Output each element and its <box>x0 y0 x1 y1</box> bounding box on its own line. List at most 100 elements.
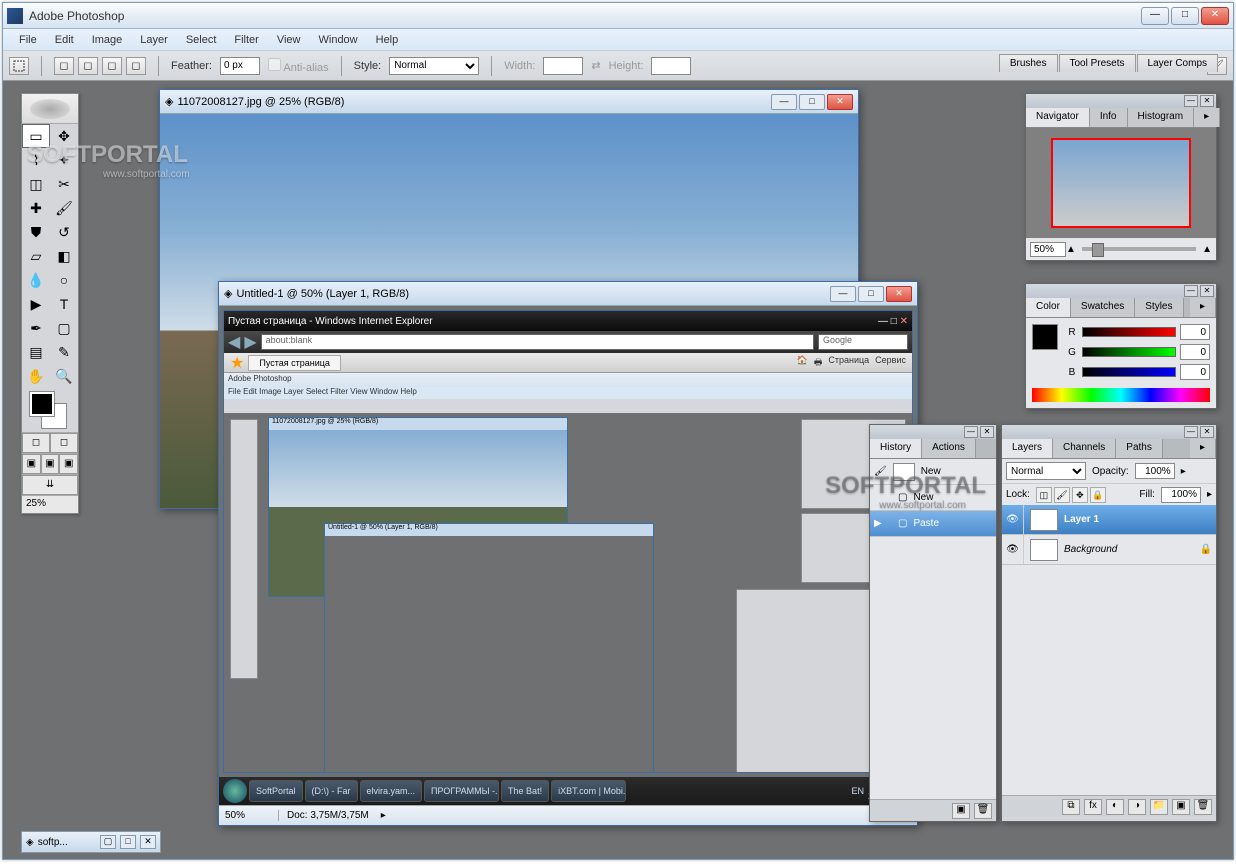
color-panel-fg[interactable] <box>1032 324 1058 350</box>
move-tool[interactable]: ✥ <box>50 124 78 148</box>
blur-tool[interactable]: 💧 <box>22 268 50 292</box>
r-input[interactable] <box>1180 324 1210 340</box>
doc2-canvas[interactable]: Пустая страница - Windows Internet Explo… <box>219 306 917 805</box>
notes-tool[interactable]: ▤ <box>22 340 50 364</box>
link-layers-icon[interactable]: ⧉ <box>1062 799 1080 815</box>
panel-menu-icon[interactable]: ▸ <box>1190 439 1216 458</box>
close-button[interactable]: ✕ <box>1201 7 1229 25</box>
new-selection-icon[interactable]: ◻ <box>54 57 74 75</box>
brush-tool[interactable]: 🖌 <box>50 196 78 220</box>
g-input[interactable] <box>1180 344 1210 360</box>
r-slider[interactable] <box>1082 327 1176 337</box>
new-snapshot-icon[interactable]: ▣ <box>952 803 970 819</box>
fill-input[interactable] <box>1161 487 1201 503</box>
standard-mode-icon[interactable]: ◻ <box>22 433 50 453</box>
layer-name[interactable]: Background <box>1064 544 1196 555</box>
doc2-close[interactable]: ✕ <box>886 286 912 302</box>
eraser-tool[interactable]: ▱ <box>22 244 50 268</box>
lock-position-icon[interactable]: ✥ <box>1072 487 1088 503</box>
maximize-button[interactable]: □ <box>1171 7 1199 25</box>
lock-image-icon[interactable]: 🖌 <box>1054 487 1070 503</box>
subtract-selection-icon[interactable]: ◻ <box>102 57 122 75</box>
path-select-tool[interactable]: ▶ <box>22 292 50 316</box>
slice-tool[interactable]: ✂ <box>50 172 78 196</box>
intersect-selection-icon[interactable]: ◻ <box>126 57 146 75</box>
color-swatches[interactable] <box>22 388 78 432</box>
menu-select[interactable]: Select <box>178 31 225 49</box>
b-slider[interactable] <box>1082 367 1176 377</box>
eyedropper-tool[interactable]: ✎ <box>50 340 78 364</box>
toolbox-zoom[interactable]: 25% <box>22 495 78 513</box>
doc1-close[interactable]: ✕ <box>827 94 853 110</box>
history-state-new[interactable]: ▢New <box>870 485 996 511</box>
panel-close-icon[interactable]: ✕ <box>1200 426 1214 438</box>
palette-tab-brushes[interactable]: Brushes <box>999 54 1058 72</box>
add-selection-icon[interactable]: ◻ <box>78 57 98 75</box>
navigator-zoom-slider[interactable] <box>1082 247 1196 251</box>
lock-transparent-icon[interactable]: ◫ <box>1036 487 1052 503</box>
palette-tab-layer-comps[interactable]: Layer Comps <box>1137 54 1218 72</box>
foreground-color[interactable] <box>30 392 54 416</box>
color-ramp[interactable] <box>1032 388 1210 402</box>
type-tool[interactable]: T <box>50 292 78 316</box>
palette-tab-tool-presets[interactable]: Tool Presets <box>1059 54 1136 72</box>
b-input[interactable] <box>1180 364 1210 380</box>
lock-all-icon[interactable]: 🔒 <box>1090 487 1106 503</box>
tab-navigator[interactable]: Navigator <box>1026 108 1090 127</box>
menu-window[interactable]: Window <box>311 31 366 49</box>
menu-image[interactable]: Image <box>84 31 131 49</box>
navigator-zoom-input[interactable] <box>1030 242 1066 257</box>
healing-tool[interactable]: ✚ <box>22 196 50 220</box>
doc1-maximize[interactable]: □ <box>799 94 825 110</box>
tab-swatches[interactable]: Swatches <box>1071 298 1135 317</box>
pen-tool[interactable]: ✒ <box>22 316 50 340</box>
menu-layer[interactable]: Layer <box>132 31 176 49</box>
menu-edit[interactable]: Edit <box>47 31 82 49</box>
adjustment-layer-icon[interactable]: ◑ <box>1128 799 1146 815</box>
mini-close-icon[interactable]: ✕ <box>140 835 156 849</box>
opacity-flyout-icon[interactable]: ▸ <box>1181 466 1186 477</box>
doc-info-flyout-icon[interactable]: ▸ <box>381 810 386 821</box>
tab-history[interactable]: History <box>870 439 922 458</box>
zoom-out-icon[interactable]: ▲ <box>1066 244 1076 255</box>
doc2-minimize[interactable]: — <box>830 286 856 302</box>
delete-state-icon[interactable]: 🗑 <box>974 803 992 819</box>
layer-item-layer1[interactable]: 👁 Layer 1 <box>1002 505 1216 535</box>
history-snapshot[interactable]: 🖌New <box>870 459 996 485</box>
panel-close-icon[interactable]: ✕ <box>1200 95 1214 107</box>
fill-flyout-icon[interactable]: ▸ <box>1207 489 1212 500</box>
quickmask-mode-icon[interactable]: ◻ <box>50 433 78 453</box>
tab-channels[interactable]: Channels <box>1053 439 1116 458</box>
blend-mode-select[interactable]: Normal <box>1006 462 1086 480</box>
panel-menu-icon[interactable]: ▸ <box>1190 298 1216 317</box>
tab-paths[interactable]: Paths <box>1116 439 1163 458</box>
toolbox-header[interactable] <box>22 94 78 124</box>
tab-histogram[interactable]: Histogram <box>1128 108 1195 127</box>
screen-mode-1-icon[interactable]: ▣ <box>22 454 41 474</box>
marquee-tool-indicator[interactable] <box>9 57 29 75</box>
menu-help[interactable]: Help <box>368 31 407 49</box>
layer-style-icon[interactable]: fx <box>1084 799 1102 815</box>
tab-color[interactable]: Color <box>1026 298 1071 317</box>
layer-visibility-icon[interactable]: 👁 <box>1002 535 1024 564</box>
doc1-titlebar[interactable]: ◈ 11072008127.jpg @ 25% (RGB/8) — □ ✕ <box>160 90 858 114</box>
navigator-preview[interactable] <box>1026 128 1216 238</box>
mini-restore-icon[interactable]: ▢ <box>100 835 116 849</box>
doc1-minimize[interactable]: — <box>771 94 797 110</box>
zoom-in-icon[interactable]: ▲ <box>1202 244 1212 255</box>
tab-actions[interactable]: Actions <box>922 439 976 458</box>
layer-item-background[interactable]: 👁 Background 🔒 <box>1002 535 1216 565</box>
marquee-tool[interactable]: ▭ <box>22 124 50 148</box>
style-select[interactable]: Normal <box>389 57 479 75</box>
minimized-doc-softp[interactable]: ◈ softp... ▢ □ ✕ <box>21 831 161 853</box>
layer-visibility-icon[interactable]: 👁 <box>1002 505 1024 534</box>
mini-max-icon[interactable]: □ <box>120 835 136 849</box>
new-group-icon[interactable]: 📁 <box>1150 799 1168 815</box>
menu-filter[interactable]: Filter <box>226 31 266 49</box>
layer-name[interactable]: Layer 1 <box>1064 514 1216 525</box>
panel-minimize-icon[interactable]: — <box>1184 95 1198 107</box>
shape-tool[interactable]: ▢ <box>50 316 78 340</box>
layer-mask-icon[interactable]: ◐ <box>1106 799 1124 815</box>
minimize-button[interactable]: — <box>1141 7 1169 25</box>
doc2-zoom[interactable]: 50% <box>219 810 279 821</box>
